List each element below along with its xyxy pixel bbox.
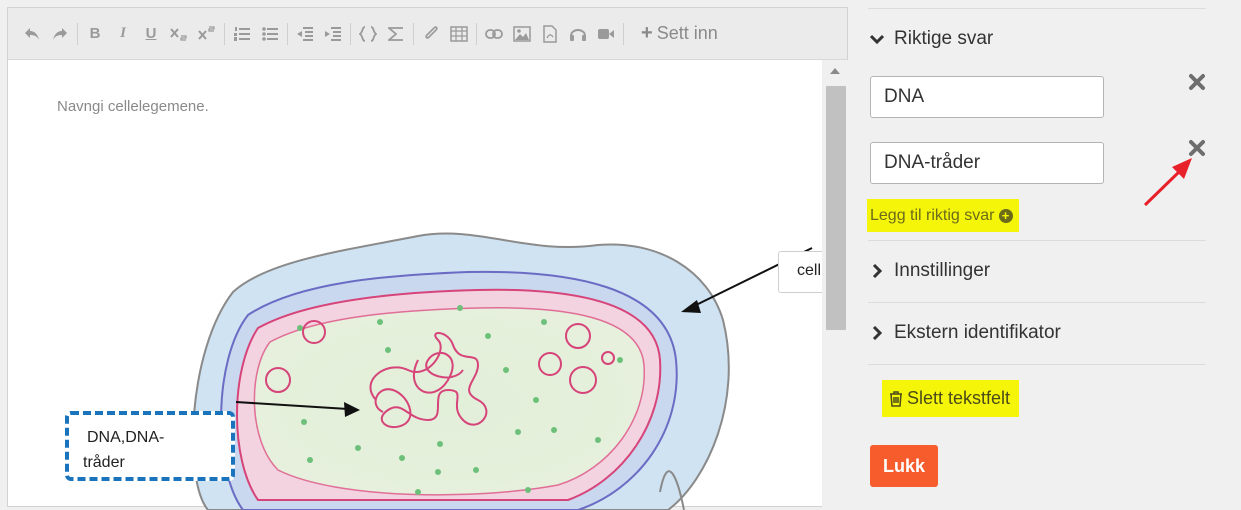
outdent-icon[interactable] [291, 20, 319, 48]
label-dna-line2: tråder [83, 454, 125, 471]
section-settings-title: Innstillinger [894, 260, 991, 281]
editor-toolbar: B I U + Sett inn [8, 8, 847, 60]
toolbar-separator [224, 22, 225, 45]
superscript-icon[interactable] [193, 20, 221, 48]
indent-icon[interactable] [319, 20, 347, 48]
divider [868, 8, 1206, 9]
toolbar-separator [287, 22, 288, 45]
delete-textfield-button[interactable]: Slett tekstfelt [882, 380, 1020, 417]
scroll-up-arrow-icon[interactable] [830, 68, 840, 74]
link-icon[interactable] [480, 20, 508, 48]
video-icon[interactable] [592, 20, 620, 48]
trash-icon [890, 390, 902, 407]
settings-panel: Riktige svar Legg til riktig svar + Inns… [848, 0, 1241, 501]
section-settings-header[interactable]: Innstillinger [870, 260, 990, 282]
section-correct-answers-title: Riktige svar [894, 28, 994, 49]
editor-scrollbar[interactable] [822, 60, 849, 510]
add-correct-answer-label: Legg til riktig svar [870, 206, 995, 224]
divider [868, 240, 1206, 241]
answer-input-2[interactable] [870, 142, 1104, 184]
divider [868, 302, 1206, 303]
close-button[interactable]: Lukk [870, 445, 938, 487]
plus-icon: + [641, 22, 653, 44]
section-external-id-header[interactable]: Ekstern identifikator [870, 322, 1061, 344]
label-dna-line1: DNA,DNA- [87, 429, 165, 446]
bullet-list-icon[interactable] [256, 20, 284, 48]
toolbar-separator [350, 22, 351, 45]
pdf-icon[interactable] [536, 20, 564, 48]
audio-icon[interactable] [564, 20, 592, 48]
editor-content[interactable]: Navngi cellelegemene. cell DNA,DNA- tråd… [8, 60, 822, 510]
label-cell[interactable]: cell [778, 251, 822, 293]
scrollbar-thumb[interactable] [826, 86, 846, 330]
section-external-id-title: Ekstern identifikator [894, 322, 1061, 343]
toolbar-separator [77, 22, 78, 45]
chevron-right-icon [872, 264, 883, 278]
bold-icon[interactable]: B [81, 20, 109, 48]
insert-button[interactable]: + Sett inn [641, 22, 718, 45]
toolbar-separator [623, 22, 624, 45]
section-correct-answers-header[interactable]: Riktige svar [870, 28, 993, 50]
divider [868, 364, 1206, 365]
chevron-right-icon [872, 326, 883, 340]
italic-icon[interactable]: I [109, 20, 137, 48]
ordered-list-icon[interactable] [228, 20, 256, 48]
table-icon[interactable] [445, 20, 473, 48]
underline-icon[interactable]: U [137, 20, 165, 48]
add-correct-answer-link[interactable]: Legg til riktig svar + [867, 199, 1019, 232]
remove-answer-icon-1[interactable] [1188, 73, 1206, 91]
subscript-icon[interactable] [165, 20, 193, 48]
insert-label: Sett inn [656, 23, 718, 43]
attachment-icon[interactable] [417, 20, 445, 48]
editor: B I U + Sett inn Navngi cellelegemene. c… [7, 7, 849, 510]
answer-input-1[interactable] [870, 76, 1104, 118]
plus-circle-icon: + [998, 208, 1013, 223]
code-icon[interactable] [354, 20, 382, 48]
redo-icon[interactable] [46, 20, 74, 48]
chevron-down-icon [870, 34, 884, 45]
toolbar-separator [476, 22, 477, 45]
delete-textfield-label: Slett tekstfelt [907, 388, 1011, 408]
toolbar-separator [413, 22, 414, 45]
annotation-arrow-icon [1143, 158, 1192, 207]
undo-icon[interactable] [18, 20, 46, 48]
math-icon[interactable] [382, 20, 410, 48]
label-dna-selected[interactable]: DNA,DNA- tråder [65, 411, 235, 481]
image-icon[interactable] [508, 20, 536, 48]
